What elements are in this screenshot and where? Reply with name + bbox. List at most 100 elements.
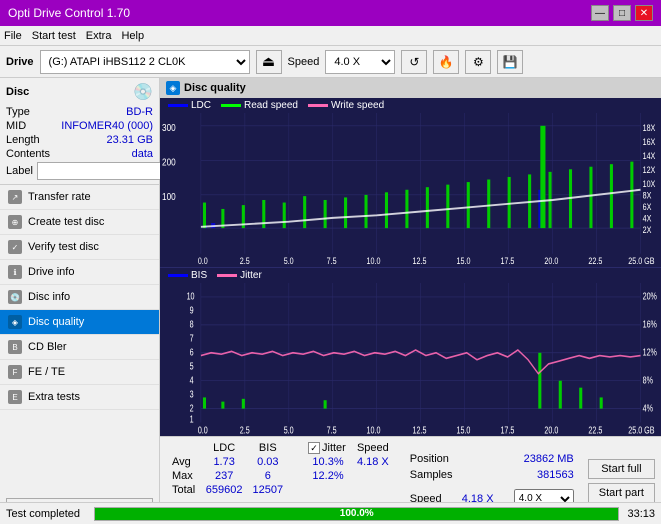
settings-button[interactable]: ⚙ (465, 50, 491, 74)
max-jitter: 12.2% (304, 469, 352, 483)
legend-write-speed: Write speed (331, 100, 384, 111)
table-row: Avg 1.73 0.03 10.3% 4.18 X (168, 455, 394, 469)
avg-ldc: 1.73 (201, 455, 248, 469)
svg-text:10: 10 (187, 290, 195, 301)
charts-container: LDC Read speed Write speed (160, 98, 661, 436)
svg-text:12X: 12X (643, 165, 656, 175)
sidebar-item-create-test-disc[interactable]: ⊕ Create test disc (0, 210, 159, 235)
svg-text:0.0: 0.0 (198, 256, 208, 266)
jitter-header: ✓ Jitter (304, 441, 352, 455)
sidebar-item-transfer-rate[interactable]: ↗ Transfer rate (0, 185, 159, 210)
mid-value: INFOMER40 (000) (61, 120, 153, 132)
title-bar: Opti Drive Control 1.70 — □ ✕ (0, 0, 661, 26)
chart-title: Disc quality (184, 82, 246, 94)
total-label: Total (168, 483, 201, 497)
minimize-button[interactable]: — (591, 5, 609, 21)
eject-button[interactable]: ⏏ (256, 50, 282, 74)
svg-text:4X: 4X (643, 214, 652, 224)
legend-bis: BIS (191, 270, 207, 281)
avg-label: Avg (168, 455, 201, 469)
sidebar-item-label-drive-info: Drive info (28, 266, 74, 278)
total-ldc: 659602 (201, 483, 248, 497)
svg-text:8X: 8X (643, 191, 652, 201)
svg-text:5.0: 5.0 (284, 424, 294, 435)
sidebar-item-extra-tests[interactable]: E Extra tests (0, 385, 159, 410)
chart-title-bar: ◈ Disc quality (160, 78, 661, 98)
svg-text:22.5: 22.5 (588, 424, 602, 435)
progress-bar: 100.0% (94, 507, 619, 521)
menu-file[interactable]: File (4, 30, 22, 42)
main-content: Disc 💿 Type BD-R MID INFOMER40 (000) Len… (0, 78, 661, 524)
cd-bler-icon: B (8, 340, 22, 354)
sidebar-item-disc-quality[interactable]: ◈ Disc quality (0, 310, 159, 335)
svg-text:2X: 2X (643, 226, 652, 236)
svg-text:10.0: 10.0 (367, 424, 381, 435)
drive-info-icon: ℹ (8, 265, 22, 279)
speed-select[interactable]: 4.0 X (325, 50, 395, 74)
disc-panel: Disc 💿 Type BD-R MID INFOMER40 (000) Len… (0, 78, 159, 185)
bis-header: BIS (248, 441, 288, 455)
menu-start-test[interactable]: Start test (32, 30, 76, 42)
svg-text:4: 4 (190, 374, 194, 385)
disc-quality-chart-icon: ◈ (166, 81, 180, 95)
svg-text:15.0: 15.0 (457, 424, 471, 435)
start-full-button[interactable]: Start full (588, 459, 655, 479)
svg-text:15.0: 15.0 (457, 256, 471, 266)
svg-text:5: 5 (190, 360, 194, 371)
svg-text:0.0: 0.0 (198, 424, 208, 435)
svg-text:17.5: 17.5 (500, 424, 514, 435)
speed-header: Speed (352, 441, 394, 455)
svg-text:7.5: 7.5 (327, 424, 337, 435)
sidebar-item-disc-info[interactable]: 💿 Disc info (0, 285, 159, 310)
svg-text:9: 9 (190, 304, 194, 315)
svg-text:20.0: 20.0 (544, 424, 558, 435)
svg-text:7.5: 7.5 (327, 256, 337, 266)
maximize-button[interactable]: □ (613, 5, 631, 21)
legend-ldc: LDC (191, 100, 211, 111)
save-button[interactable]: 💾 (497, 50, 523, 74)
burn-button[interactable]: 🔥 (433, 50, 459, 74)
top-chart-legend: LDC Read speed Write speed (160, 98, 661, 113)
label-input[interactable] (37, 162, 171, 180)
menu-help[interactable]: Help (121, 30, 144, 42)
sidebar-item-label-extra-tests: Extra tests (28, 391, 80, 403)
samples-label: Samples (410, 469, 453, 481)
menu-extra[interactable]: Extra (86, 30, 112, 42)
verify-test-disc-icon: ✓ (8, 240, 22, 254)
bottom-chart-svg: 10 9 8 7 6 5 4 3 2 1 20% 16% 12% (160, 283, 661, 437)
start-part-button[interactable]: Start part (588, 483, 655, 503)
close-button[interactable]: ✕ (635, 5, 653, 21)
sidebar-item-verify-test-disc[interactable]: ✓ Verify test disc (0, 235, 159, 260)
max-ldc: 237 (201, 469, 248, 483)
sidebar-item-label-transfer-rate: Transfer rate (28, 191, 91, 203)
svg-text:8: 8 (190, 318, 194, 329)
disc-info-icon: 💿 (8, 290, 22, 304)
sidebar-item-drive-info[interactable]: ℹ Drive info (0, 260, 159, 285)
disc-panel-title: Disc (6, 86, 29, 98)
length-value: 23.31 GB (107, 134, 153, 146)
jitter-checkbox[interactable]: ✓ (308, 442, 320, 454)
top-chart-svg: 300 200 100 18X 16X 14X 12X 10X 8X 6X 4X… (160, 113, 661, 267)
status-bar: Test completed 100.0% 33:13 (0, 502, 661, 524)
avg-bis: 0.03 (248, 455, 288, 469)
status-text: Test completed (6, 508, 86, 520)
drive-select[interactable]: (G:) ATAPI iHBS112 2 CL0K (40, 50, 250, 74)
max-bis: 6 (248, 469, 288, 483)
progress-text: 100.0% (340, 508, 374, 519)
refresh-button[interactable]: ↺ (401, 50, 427, 74)
toolbar: Drive (G:) ATAPI iHBS112 2 CL0K ⏏ Speed … (0, 46, 661, 78)
svg-text:16X: 16X (643, 137, 656, 147)
mid-label: MID (6, 120, 26, 132)
svg-text:1: 1 (190, 413, 194, 424)
max-label: Max (168, 469, 201, 483)
svg-text:2: 2 (190, 402, 194, 413)
position-value: 23862 MB (524, 453, 574, 465)
sidebar-item-cd-bler[interactable]: B CD Bler (0, 335, 159, 360)
nav-container: ↗ Transfer rate ⊕ Create test disc ✓ Ver… (0, 185, 159, 410)
svg-text:25.0 GB: 25.0 GB (628, 256, 654, 266)
sidebar-item-fe-te[interactable]: F FE / TE (0, 360, 159, 385)
samples-value: 381563 (537, 469, 574, 481)
svg-text:17.5: 17.5 (500, 256, 514, 266)
position-label: Position (410, 453, 449, 465)
svg-text:8%: 8% (643, 374, 654, 385)
